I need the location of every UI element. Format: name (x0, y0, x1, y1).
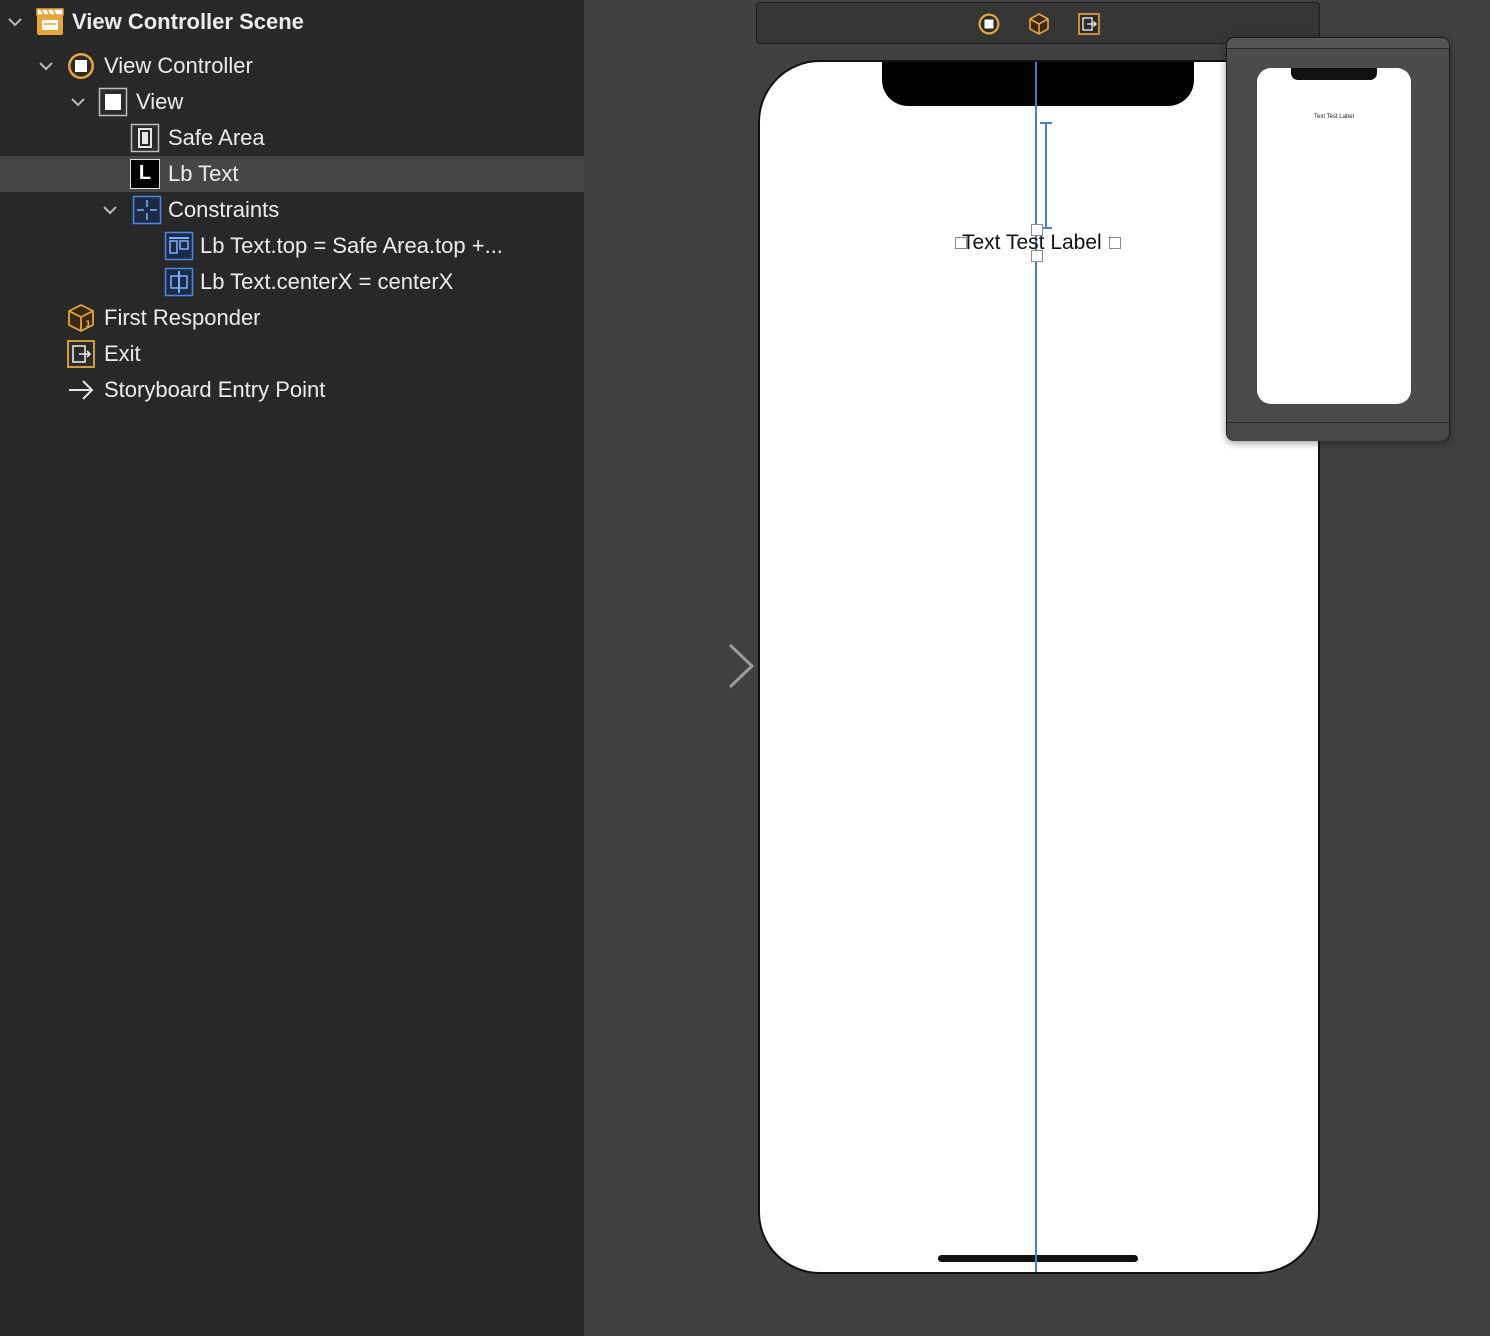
chevron-down-icon[interactable] (6, 13, 24, 31)
scene-title: View Controller Scene (72, 9, 304, 34)
preview-label: Text Test Label (1314, 114, 1354, 120)
constraints-icon (132, 195, 162, 225)
resize-handle-top[interactable] (1031, 224, 1043, 236)
constraint-centerx-icon (164, 267, 194, 297)
scene-icon (36, 8, 64, 35)
outline-row-entry-point[interactable]: Storyboard Entry Point (0, 372, 584, 408)
preview-top-bar (1227, 38, 1449, 49)
outline-label-constraints: Constraints (168, 197, 280, 222)
outline-row-lb-text[interactable]: L Lb Text (0, 156, 584, 192)
first-responder-cube-icon[interactable] (1027, 12, 1051, 36)
first-responder-cube-icon: 1 (68, 303, 94, 333)
resize-handle-left[interactable] (955, 237, 967, 249)
view-icon (98, 87, 128, 117)
outline-label-lb-text: Lb Text (168, 161, 239, 186)
chevron-down-icon[interactable] (37, 57, 55, 75)
outline-row-constraints[interactable]: Constraints (0, 192, 584, 228)
preview-bottom-bar (1227, 422, 1449, 441)
outline-label-first-responder: First Responder (104, 305, 261, 330)
view-controller-icon (68, 53, 94, 79)
outline-label-view-controller: View Controller (104, 53, 253, 78)
outline-label-entry-point: Storyboard Entry Point (104, 377, 326, 402)
preview-popover[interactable]: Text Test Label (1226, 37, 1450, 441)
outline-row-view-controller[interactable]: View Controller (0, 48, 584, 84)
outline-label-constraint-top: Lb Text.top = Safe Area.top +... (200, 233, 503, 258)
label-icon: L (130, 159, 160, 189)
outline-row-constraint-top[interactable]: Lb Text.top = Safe Area.top +... (0, 228, 584, 264)
exit-icon (67, 340, 95, 368)
outline-row-scene[interactable]: View Controller Scene (0, 4, 584, 40)
view-controller-icon[interactable] (977, 12, 1001, 36)
preview-device: Text Test Label (1257, 68, 1411, 404)
outline-row-constraint-centerx[interactable]: Lb Text.centerX = centerX (0, 264, 584, 300)
top-constraint-guide[interactable] (1038, 120, 1058, 232)
home-indicator (938, 1255, 1138, 1262)
outline-label-constraint-centerx: Lb Text.centerX = centerX (200, 269, 454, 294)
device-notch (882, 62, 1194, 106)
constraint-top-icon (164, 231, 194, 261)
preview-notch (1291, 68, 1377, 80)
outline-row-exit[interactable]: Exit (0, 336, 584, 372)
resize-handle-bottom[interactable] (1031, 250, 1043, 262)
outline-row-first-responder[interactable]: 1 First Responder (0, 300, 584, 336)
exit-icon[interactable] (1077, 12, 1101, 36)
entry-point-arrow[interactable] (618, 640, 758, 692)
arrow-right-icon (69, 380, 94, 400)
chevron-down-icon[interactable] (101, 201, 119, 219)
outline-label-safe-area: Safe Area (168, 125, 265, 150)
document-outline: View Controller Scene View Controller Vi… (0, 0, 584, 1336)
outline-label-view: View (136, 89, 184, 114)
svg-text:1: 1 (85, 320, 91, 330)
outline-row-safe-area[interactable]: Safe Area (0, 120, 584, 156)
safe-area-icon (130, 123, 160, 153)
outline-row-view[interactable]: View (0, 84, 584, 120)
resize-handle-right[interactable] (1109, 237, 1121, 249)
outline-label-exit: Exit (104, 341, 141, 366)
chevron-down-icon[interactable] (69, 93, 87, 111)
